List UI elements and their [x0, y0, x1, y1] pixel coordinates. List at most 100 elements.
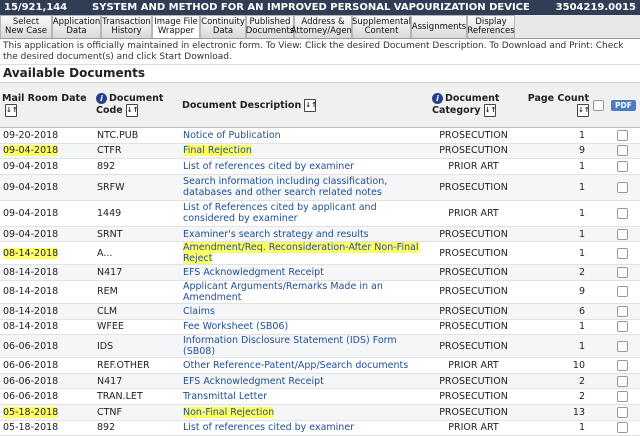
row-checkbox[interactable] [617, 359, 628, 371]
col-header-code[interactable]: i Document Code ↓↑ [94, 82, 180, 128]
col-header-pages[interactable]: Page Count↓↑ [517, 82, 591, 128]
cell-spacer [591, 241, 605, 266]
row-checkbox[interactable] [617, 228, 628, 240]
sort-icon[interactable]: ↓↑ [483, 104, 496, 117]
tab-published-documents[interactable]: Published Documents [246, 15, 294, 38]
info-icon[interactable]: i [96, 93, 107, 104]
tab-application-data[interactable]: Application Data [52, 15, 101, 38]
sort-icon[interactable]: ↓↑ [577, 104, 590, 117]
cell-category: PROSECUTION [430, 280, 517, 304]
cell-date: 09-04-2018 [0, 226, 94, 243]
table-row: 05-18-2018 892 List of references cited by… [0, 420, 640, 436]
cell-description: Examiner's search strategy and results [180, 226, 430, 243]
cell-description: List of references cited by examiner [180, 420, 430, 436]
row-checkbox[interactable] [617, 375, 628, 387]
tab-display-references[interactable]: Display References [467, 15, 515, 38]
sort-icon[interactable]: ↓↑ [5, 104, 18, 117]
document-link[interactable]: List of references cited by examiner [183, 422, 354, 433]
table-row: 06-06-2018 N417 EFS Acknowledgment Receipt… [0, 373, 640, 390]
row-checkbox[interactable] [617, 391, 628, 403]
row-checkbox[interactable] [617, 305, 628, 317]
row-checkbox[interactable] [617, 406, 628, 418]
document-link[interactable]: List of references cited by examiner [183, 161, 354, 172]
document-link[interactable]: Final Rejection [183, 145, 252, 157]
row-checkbox[interactable] [617, 286, 628, 298]
row-checkbox[interactable] [617, 422, 628, 434]
document-link[interactable]: Information Disclosure Statement (IDS) F… [183, 335, 397, 357]
cell-category: PROSECUTION [430, 373, 517, 390]
table-row: 09-04-2018 892 List of references cited by… [0, 158, 640, 175]
row-checkbox[interactable] [617, 340, 628, 352]
document-link[interactable]: EFS Acknowledgment Receipt [183, 267, 324, 278]
cell-date: 06-06-2018 [0, 334, 94, 359]
tab-transaction-history[interactable]: Transaction History [101, 15, 152, 38]
cell-spacer [591, 357, 605, 374]
cell-select [605, 158, 640, 175]
cell-select [605, 143, 640, 160]
document-link[interactable]: List of References cited by applicant an… [183, 202, 377, 224]
row-checkbox[interactable] [617, 129, 628, 141]
col-header-desc[interactable]: Document Description ↓↑ [180, 82, 430, 128]
sort-icon[interactable]: ↓↑ [125, 104, 138, 117]
cell-description: Claims [180, 303, 430, 320]
tab-address-attorney-agent[interactable]: Address & Attorney/Agent [291, 15, 355, 38]
cell-page-count: 9 [517, 143, 591, 160]
row-checkbox[interactable] [617, 181, 628, 193]
cell-page-count: 2 [517, 373, 591, 390]
cell-spacer [591, 280, 605, 304]
cell-code: NTC.PUB [94, 127, 180, 144]
tab-image-file-wrapper[interactable]: Image File Wrapper [152, 15, 200, 38]
row-checkbox[interactable] [617, 145, 628, 157]
select-all-checkbox[interactable] [593, 99, 604, 111]
tab-supplemental-content[interactable]: Supplemental Content [352, 15, 411, 38]
cell-code: SRNT [94, 226, 180, 243]
table-header-row: Mail Room Date↓↑ i Document Code ↓↑ Docume… [0, 82, 640, 128]
row-checkbox[interactable] [617, 247, 628, 259]
document-link[interactable]: Fee Worksheet (SB06) [183, 321, 288, 332]
cell-code: WFEE [94, 319, 180, 336]
cell-category: PROSECUTION [430, 174, 517, 201]
document-link[interactable]: Amendment/Req. Reconsideration-After Non… [183, 242, 419, 264]
cell-page-count: 1 [517, 200, 591, 227]
table-row: 09-04-2018 SRNT Examiner's search strategy… [0, 226, 640, 243]
table-row: 06-06-2018 TRAN.LET Transmittal Letter PROS… [0, 388, 640, 405]
document-link[interactable]: Search information including classificat… [183, 176, 387, 198]
cell-spacer [591, 143, 605, 160]
cell-date: 09-20-2018 [0, 127, 94, 144]
cell-code: CLM [94, 303, 180, 320]
cell-spacer [591, 319, 605, 336]
table-row: 09-04-2018 1449 List of References cited b… [0, 200, 640, 227]
document-link[interactable]: Notice of Publication [183, 130, 281, 141]
document-link[interactable]: Claims [183, 306, 215, 317]
tab-select-new-case[interactable]: Select New Case [0, 15, 52, 38]
table-row: 08-14-2018 A... Amendment/Req. Reconsidera… [0, 241, 640, 266]
document-link[interactable]: Other Reference-Patent/App/Search docume… [183, 360, 408, 371]
cell-description: Applicant Arguments/Remarks Made in an A… [180, 280, 430, 304]
pdf-download-button[interactable]: PDF [611, 99, 636, 111]
info-icon[interactable]: i [432, 93, 443, 104]
document-link[interactable]: Examiner's search strategy and results [183, 229, 369, 240]
cell-code: CTFR [94, 143, 180, 160]
row-checkbox[interactable] [617, 267, 628, 279]
cell-select [605, 241, 640, 266]
row-checkbox[interactable] [617, 160, 628, 172]
cell-date: 08-14-2018 [0, 319, 94, 336]
row-checkbox[interactable] [617, 321, 628, 333]
tab-continuity-data[interactable]: Continuity Data [200, 15, 246, 38]
col-header-category[interactable]: i Document Category ↓↑ [430, 82, 517, 128]
document-link[interactable]: EFS Acknowledgment Receipt [183, 376, 324, 387]
table-row: 08-14-2018 REM Applicant Arguments/Remarks… [0, 280, 640, 304]
document-link[interactable]: Transmittal Letter [183, 391, 267, 402]
tab-assignments[interactable]: Assignments [411, 15, 467, 38]
document-link[interactable]: Non-Final Rejection [183, 406, 275, 418]
row-checkbox[interactable] [617, 207, 628, 219]
cell-code: REM [94, 280, 180, 304]
table-row: 08-14-2018 N417 EFS Acknowledgment Receipt… [0, 264, 640, 281]
table-row: 09-04-2018 CTFR Final Rejection PROSECUTION… [0, 143, 640, 160]
document-link[interactable]: Applicant Arguments/Remarks Made in an A… [183, 281, 383, 303]
sort-icon[interactable]: ↓↑ [304, 98, 317, 112]
cell-date: 08-14-2018 [0, 303, 94, 320]
cell-category: PROSECUTION [430, 303, 517, 320]
col-header-select-all[interactable] [591, 82, 605, 128]
col-header-date[interactable]: Mail Room Date↓↑ [0, 82, 94, 128]
